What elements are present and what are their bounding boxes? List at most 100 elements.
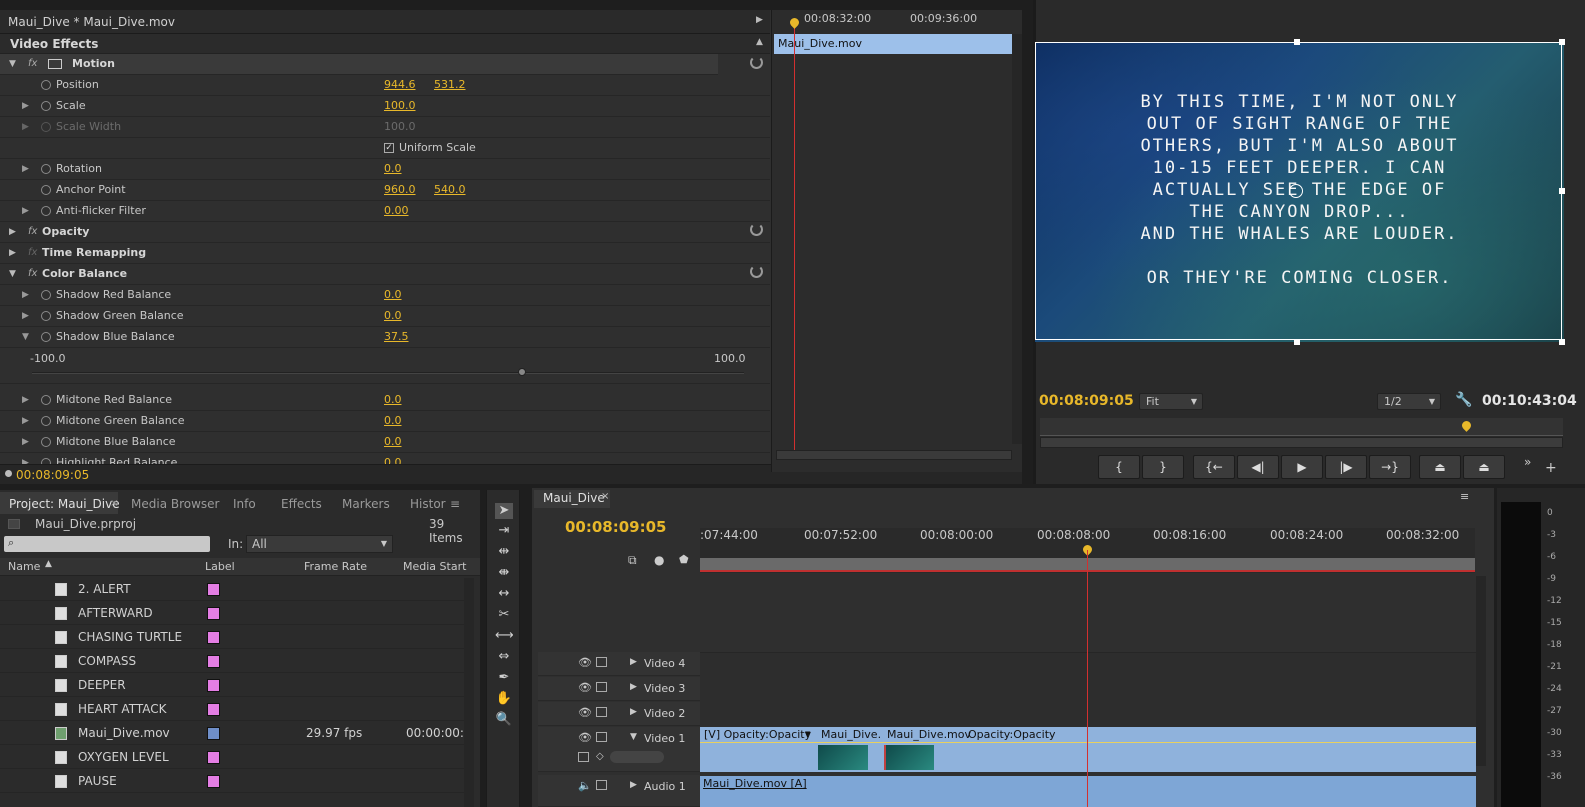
transform-bounding-box[interactable] bbox=[1035, 42, 1562, 340]
extract-button[interactable]: ⏏ bbox=[1463, 455, 1505, 479]
expand-arrow-icon[interactable]: ▶ bbox=[756, 15, 763, 25]
collapse-arrow-icon[interactable]: ▲ bbox=[756, 37, 763, 47]
color-balance-header[interactable]: ▼ fx Color Balance bbox=[0, 264, 770, 285]
go-to-out-button[interactable]: →} bbox=[1369, 455, 1411, 479]
stopwatch-icon[interactable] bbox=[41, 206, 51, 216]
eye-icon[interactable]: 👁 bbox=[578, 731, 592, 744]
more-controls-icon[interactable]: » bbox=[1524, 455, 1531, 469]
resolution-dropdown[interactable]: 1/2 ▼ bbox=[1377, 393, 1441, 410]
list-item[interactable]: DEEPER bbox=[0, 674, 464, 697]
stopwatch-icon[interactable] bbox=[41, 416, 51, 426]
playhead-marker-icon[interactable] bbox=[788, 16, 801, 29]
disclosure-closed-icon[interactable]: ▶ bbox=[630, 707, 637, 717]
lift-button[interactable]: ⏏ bbox=[1419, 455, 1461, 479]
ec-clip-bar[interactable]: Maui_Dive.mov bbox=[774, 34, 1012, 54]
label-swatch[interactable] bbox=[207, 655, 220, 668]
step-back-button[interactable]: ◀| bbox=[1237, 455, 1279, 479]
reset-opacity-icon[interactable] bbox=[750, 223, 763, 236]
label-swatch[interactable] bbox=[207, 607, 220, 620]
eye-icon[interactable]: 👁 bbox=[578, 656, 592, 669]
label-swatch[interactable] bbox=[207, 703, 220, 716]
shadow-green-value[interactable]: 0.0 bbox=[384, 306, 402, 326]
ec-horizontal-scrollbar[interactable] bbox=[776, 450, 1012, 460]
list-item[interactable]: Maui_Dive.mov 29.97 fps 00:00:00:0 bbox=[0, 722, 472, 745]
keyframe-icon[interactable]: ◇ bbox=[596, 751, 604, 762]
list-item[interactable]: AFTERWARD bbox=[0, 602, 464, 625]
transform-handle[interactable] bbox=[1559, 339, 1565, 345]
panel-menu-icon[interactable]: ≡ bbox=[450, 494, 460, 514]
play-button[interactable]: ▶ bbox=[1281, 455, 1323, 479]
reset-color-balance-icon[interactable] bbox=[750, 265, 763, 278]
label-swatch[interactable] bbox=[207, 751, 220, 764]
stopwatch-icon[interactable] bbox=[41, 332, 51, 342]
eye-icon[interactable]: 👁 bbox=[578, 681, 592, 694]
stopwatch-icon[interactable] bbox=[41, 185, 51, 195]
opacity-rubber-band[interactable] bbox=[700, 742, 1476, 743]
opacity-effect-header[interactable]: ▶ fx Opacity bbox=[0, 222, 770, 243]
disclosure-open-icon[interactable]: ▼ bbox=[22, 327, 29, 347]
mark-in-button[interactable]: { bbox=[1098, 455, 1140, 479]
disclosure-closed-icon[interactable]: ▶ bbox=[22, 432, 29, 452]
disclosure-closed-icon[interactable]: ▶ bbox=[22, 96, 29, 116]
tab-effects[interactable]: Effects bbox=[281, 494, 322, 514]
project-scrollbar[interactable] bbox=[464, 578, 474, 807]
label-swatch[interactable] bbox=[207, 679, 220, 692]
shadow-blue-value[interactable]: 37.5 bbox=[384, 327, 409, 347]
program-timecode[interactable]: 00:08:09:05 bbox=[1039, 393, 1134, 409]
sync-lock-icon[interactable] bbox=[596, 707, 607, 717]
position-x-value[interactable]: 944.6 bbox=[384, 75, 416, 95]
list-item[interactable]: PAUSE bbox=[0, 770, 464, 793]
in-filter-dropdown[interactable]: All ▼ bbox=[246, 535, 393, 553]
close-tab-icon[interactable]: × bbox=[601, 491, 609, 502]
ec-vertical-scrollbar[interactable] bbox=[1012, 34, 1022, 444]
disclosure-closed-icon[interactable]: ▶ bbox=[22, 306, 29, 326]
stopwatch-icon[interactable] bbox=[41, 80, 51, 90]
rate-stretch-tool-icon[interactable]: ↔ bbox=[495, 586, 513, 602]
disclosure-closed-icon[interactable]: ▶ bbox=[22, 285, 29, 305]
display-style-icon[interactable] bbox=[578, 752, 589, 762]
stopwatch-icon[interactable] bbox=[41, 101, 51, 111]
motion-effect-header[interactable]: ▼ fx Motion bbox=[0, 54, 718, 75]
slip-tool-icon[interactable]: ⟷ bbox=[495, 628, 514, 644]
stopwatch-icon[interactable] bbox=[41, 395, 51, 405]
clip-audio1[interactable]: Maui_Dive.mov [A] bbox=[700, 776, 1476, 807]
slider-track[interactable] bbox=[32, 372, 744, 374]
chevron-down-icon[interactable]: ▼ bbox=[805, 730, 810, 738]
disclosure-closed-icon[interactable]: ▶ bbox=[630, 657, 637, 667]
transform-handle[interactable] bbox=[1559, 39, 1565, 45]
track-select-tool-icon[interactable]: ⇥ bbox=[495, 523, 513, 539]
sequence-timecode[interactable]: 00:08:09:05 bbox=[565, 518, 667, 536]
tab-sequence[interactable]: Maui_Dive bbox=[543, 491, 605, 505]
position-y-value[interactable]: 531.2 bbox=[434, 75, 466, 95]
slide-tool-icon[interactable]: ⇔ bbox=[495, 649, 513, 665]
timeline-scrollbar[interactable] bbox=[1476, 576, 1486, 766]
disclosure-closed-icon[interactable]: ▶ bbox=[630, 780, 637, 790]
midtone-red-value[interactable]: 0.0 bbox=[384, 390, 402, 410]
slider-thumb[interactable] bbox=[517, 368, 526, 376]
stopwatch-icon[interactable] bbox=[41, 311, 51, 321]
list-item[interactable]: 2. ALERT bbox=[0, 578, 464, 601]
hand-tool-icon[interactable]: ✋ bbox=[495, 691, 513, 707]
column-frame-rate[interactable]: Frame Rate bbox=[304, 560, 367, 573]
disclosure-closed-icon[interactable]: ▶ bbox=[630, 682, 637, 692]
disclosure-closed-icon[interactable]: ▶ bbox=[22, 390, 29, 410]
midtone-blue-value[interactable]: 0.0 bbox=[384, 432, 402, 452]
transform-handle[interactable] bbox=[1294, 39, 1300, 45]
zoom-fit-dropdown[interactable]: Fit ▼ bbox=[1139, 393, 1203, 410]
fx-toggle-icon[interactable]: fx bbox=[28, 264, 37, 284]
panel-menu-icon[interactable]: ≡ bbox=[1460, 490, 1469, 503]
tab-markers[interactable]: Markers bbox=[342, 494, 390, 514]
tab-history[interactable]: Histor bbox=[410, 494, 446, 514]
program-video-frame[interactable]: BY THIS TIME, I'M NOT ONLY OUT OF SIGHT … bbox=[1035, 42, 1564, 342]
eye-icon[interactable]: 👁 bbox=[578, 706, 592, 719]
label-swatch[interactable] bbox=[207, 583, 220, 596]
list-item[interactable]: OXYGEN LEVEL bbox=[0, 746, 464, 769]
tab-media-browser[interactable]: Media Browser bbox=[131, 494, 219, 514]
snap-icon[interactable]: ⧉ bbox=[628, 553, 637, 568]
fx-toggle-icon[interactable]: fx bbox=[28, 54, 37, 74]
go-to-in-button[interactable]: {← bbox=[1193, 455, 1235, 479]
project-search-input[interactable]: ⌕ bbox=[4, 536, 210, 552]
midtone-green-value[interactable]: 0.0 bbox=[384, 411, 402, 431]
disclosure-closed-icon[interactable]: ▶ bbox=[22, 411, 29, 431]
time-remapping-header[interactable]: ▶ fx Time Remapping bbox=[0, 243, 770, 264]
